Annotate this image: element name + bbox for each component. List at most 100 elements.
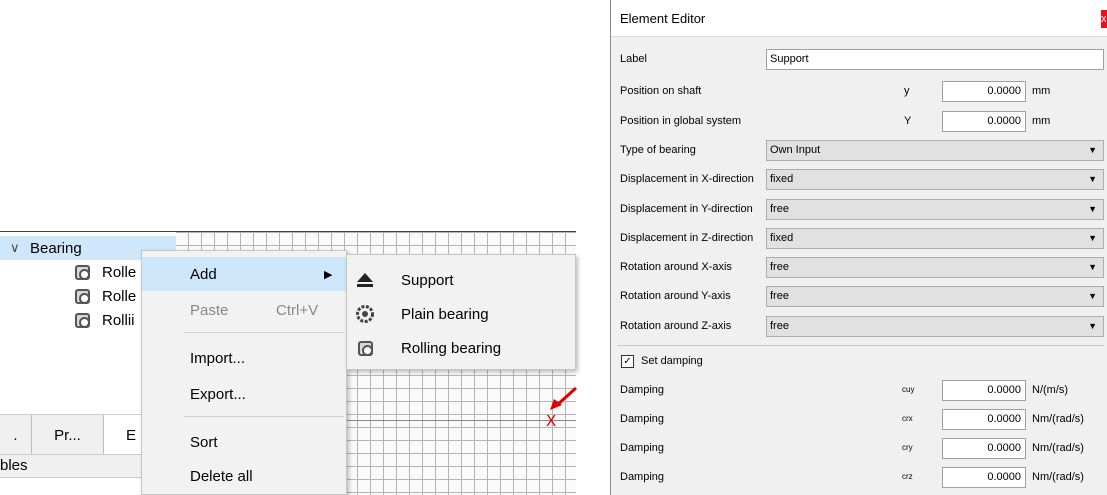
field-symbol: crx <box>902 414 913 423</box>
row-position-global: Position in global system Y 0.0000 mm <box>611 106 1107 136</box>
submenu-arrow-icon: ▶ <box>324 268 333 281</box>
field-symbol: crz <box>902 472 913 481</box>
dropdown-arrow-icon: ▼ <box>1088 145 1097 155</box>
field-symbol: Y <box>904 115 912 127</box>
tab-1[interactable]: . <box>0 415 32 455</box>
rolling-bearing-icon <box>75 312 90 328</box>
row-rotation-z: Rotation around Z-axis free ▼ <box>611 311 1107 341</box>
field-symbol: cry <box>902 443 913 452</box>
field-label: Displacement in X-direction <box>620 173 754 185</box>
label-input[interactable]: Support <box>766 49 1104 70</box>
menu-item-add[interactable]: Add ▶ <box>142 257 346 291</box>
set-damping-checkbox[interactable]: ✓ <box>621 355 634 368</box>
rotation-z-select[interactable]: free ▼ <box>766 316 1104 337</box>
menu-item-label: Import... <box>190 349 246 367</box>
field-unit: Nm/(rad/s) <box>1032 442 1084 454</box>
select-value: free <box>770 261 789 273</box>
select-value: fixed <box>770 173 794 185</box>
field-label: Rotation around X-axis <box>620 261 732 273</box>
row-damping-ry: Damping cry 0.0000 Nm/(rad/s) <box>611 433 1107 463</box>
damping-rz-input[interactable]: 0.0000 <box>942 467 1026 488</box>
menu-item-delete-all[interactable]: Delete all <box>142 459 346 493</box>
displacement-y-select[interactable]: free ▼ <box>766 199 1104 220</box>
add-submenu: Support Plain bearing Rolling bearing <box>346 254 576 370</box>
position-on-shaft-input[interactable]: 0.0000 <box>942 81 1026 102</box>
menu-item-label: Export... <box>190 385 246 403</box>
dialog-body: Label Support Position on shaft y 0.0000… <box>611 37 1107 495</box>
damping-rx-input[interactable]: 0.0000 <box>942 409 1026 430</box>
submenu-item-plain-bearing[interactable]: Plain bearing <box>347 297 575 331</box>
tab-2[interactable]: Pr... <box>32 415 104 455</box>
submenu-item-support[interactable]: Support <box>347 263 575 297</box>
row-damping-uy: Damping cuy 0.0000 N/(m/s) <box>611 375 1107 405</box>
field-label: Label <box>620 53 647 65</box>
section-divider <box>617 345 1104 346</box>
field-unit: mm <box>1032 115 1051 127</box>
menu-shortcut: Ctrl+V <box>276 301 319 319</box>
position-global-input[interactable]: 0.0000 <box>942 111 1026 132</box>
row-damping-rz: Damping crz 0.0000 Nm/(rad/s) <box>611 462 1107 492</box>
support-icon <box>355 270 375 290</box>
menu-item-label: Sort <box>190 433 218 451</box>
field-unit: mm <box>1032 85 1051 97</box>
field-label: Damping <box>620 384 665 396</box>
field-label: Damping <box>620 442 665 454</box>
displacement-z-select[interactable]: fixed ▼ <box>766 228 1104 249</box>
displacement-x-select[interactable]: fixed ▼ <box>766 169 1104 190</box>
field-label: Displacement in Y-direction <box>620 203 753 215</box>
dropdown-arrow-icon: ▼ <box>1088 291 1097 301</box>
row-displacement-z: Displacement in Z-direction fixed ▼ <box>611 223 1107 253</box>
row-position-on-shaft: Position on shaft y 0.0000 mm <box>611 76 1107 106</box>
select-value: fixed <box>770 232 794 244</box>
menu-item-label: Paste <box>190 301 229 319</box>
set-damping-label: Set damping <box>641 355 703 367</box>
field-label: Damping <box>620 413 665 425</box>
menu-item-sort[interactable]: Sort <box>142 425 346 459</box>
field-label: Rotation around Y-axis <box>620 290 731 302</box>
dropdown-arrow-icon: ▼ <box>1088 233 1097 243</box>
dialog-title: Element Editor <box>611 0 1107 37</box>
menu-item-import[interactable]: Import... <box>142 341 346 375</box>
dropdown-arrow-icon: ▼ <box>1088 321 1097 331</box>
row-type-of-bearing: Type of bearing Own Input ▼ <box>611 135 1107 165</box>
rotation-y-select[interactable]: free ▼ <box>766 286 1104 307</box>
close-button[interactable]: x <box>1101 10 1107 28</box>
tree-item-label: Rolle <box>102 287 137 305</box>
field-unit: Nm/(rad/s) <box>1032 471 1084 483</box>
tree-item-label: Rolle <box>102 263 137 281</box>
menu-separator <box>184 332 344 333</box>
menu-item-paste[interactable]: Paste Ctrl+V <box>142 293 346 327</box>
select-value: free <box>770 203 789 215</box>
rolling-bearing-icon <box>75 264 90 280</box>
row-rotation-x: Rotation around X-axis free ▼ <box>611 252 1107 282</box>
chevron-down-icon[interactable]: ∨ <box>10 240 30 256</box>
rolling-bearing-icon <box>355 338 375 358</box>
tree-item-label: Bearing <box>30 239 82 257</box>
field-label: Displacement in Z-direction <box>620 232 754 244</box>
element-editor-dialog: Element Editor x Label Support Position … <box>610 0 1107 495</box>
grid-marker: X <box>546 412 557 430</box>
dropdown-arrow-icon: ▼ <box>1088 174 1097 184</box>
row-displacement-y: Displacement in Y-direction free ▼ <box>611 194 1107 224</box>
field-unit: Nm/(rad/s) <box>1032 413 1084 425</box>
field-unit: N/(m/s) <box>1032 384 1069 396</box>
menu-item-label: Delete all <box>190 467 253 485</box>
menu-separator <box>184 416 344 417</box>
submenu-item-label: Plain bearing <box>401 305 489 323</box>
row-damping-rx: Damping crx 0.0000 Nm/(rad/s) <box>611 404 1107 434</box>
submenu-item-rolling-bearing[interactable]: Rolling bearing <box>347 331 575 365</box>
menu-item-export[interactable]: Export... <box>142 377 346 411</box>
dropdown-arrow-icon: ▼ <box>1088 204 1097 214</box>
damping-ry-input[interactable]: 0.0000 <box>942 438 1026 459</box>
damping-uy-input[interactable]: 0.0000 <box>942 380 1026 401</box>
submenu-item-label: Support <box>401 271 454 289</box>
rotation-x-select[interactable]: free ▼ <box>766 257 1104 278</box>
type-of-bearing-select[interactable]: Own Input ▼ <box>766 140 1104 161</box>
field-symbol: y <box>904 85 910 97</box>
row-displacement-x: Displacement in X-direction fixed ▼ <box>611 164 1107 194</box>
select-value: free <box>770 320 789 332</box>
field-symbol: cuy <box>902 385 915 394</box>
menu-item-label: Add <box>190 265 217 283</box>
row-label: Label Support <box>611 44 1107 74</box>
select-value: Own Input <box>770 144 821 156</box>
